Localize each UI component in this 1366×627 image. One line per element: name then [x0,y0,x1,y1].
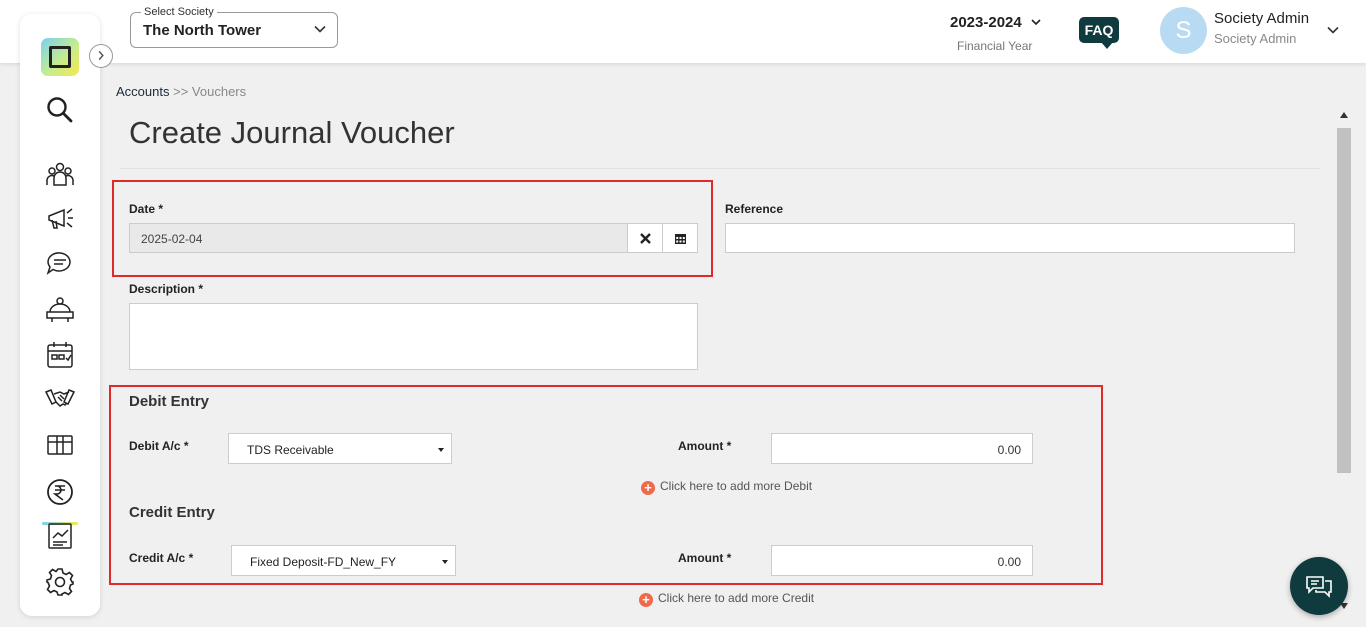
debit-amount-label: Amount * [678,439,732,453]
chevron-down-icon [1031,19,1041,26]
chat-bubbles-icon [1306,576,1332,598]
chevron-down-icon [314,25,326,33]
caret-down-icon [438,448,444,452]
report-icon[interactable] [44,520,76,552]
description-textarea[interactable] [129,303,698,370]
calendar-icon[interactable] [44,339,76,371]
plus-circle-icon: + [639,593,653,607]
add-more-debit-text: Click here to add more Debit [660,479,813,493]
credit-amount-label: Amount * [678,551,732,565]
credit-account-label: Credit A/c * [129,551,194,565]
user-role: Society Admin [1214,31,1297,46]
sidebar [20,14,100,616]
add-more-credit-text: Click here to add more Credit [658,591,815,605]
caret-down-icon [442,560,448,564]
credit-entry-title: Credit Entry [129,504,215,521]
chat-support-button[interactable] [1290,557,1348,615]
date-picker-button[interactable] [662,223,698,253]
avatar[interactable]: S [1160,7,1207,54]
debit-account-value: TDS Receivable [247,443,334,457]
reference-label: Reference [725,202,784,216]
divider [120,168,1320,169]
date-clear-button[interactable] [627,223,663,253]
breadcrumb-separator: >> [173,84,189,99]
financial-year-select[interactable]: 2023-2024 Financial Year [950,14,1046,58]
date-input[interactable]: 2025-02-04 [129,223,628,253]
helpdesk-icon[interactable] [44,294,76,326]
top-bar: Select Society The North Tower 2023-2024… [0,0,1366,63]
financial-year-label: Financial Year [957,39,1033,53]
society-select-value: The North Tower [143,22,262,39]
society-select[interactable]: Select Society The North Tower [130,6,338,48]
scrollbar-thumb[interactable] [1337,128,1351,473]
rupee-icon[interactable] [44,476,76,508]
credit-account-select[interactable]: Fixed Deposit-FD_New_FY [231,545,456,576]
debit-account-select[interactable]: TDS Receivable [228,433,452,464]
user-menu-chevron-icon[interactable] [1326,23,1340,37]
society-select-label: Select Society [141,6,217,18]
date-label: Date * [129,202,164,216]
debit-entry-title: Debit Entry [129,393,210,410]
credit-account-value: Fixed Deposit-FD_New_FY [250,555,397,569]
package-icon[interactable] [44,428,76,460]
calendar-icon [675,234,686,244]
reference-input[interactable] [725,223,1295,253]
page-title: Create Journal Voucher [129,115,455,150]
credit-amount-input[interactable]: 0.00 [771,545,1033,576]
breadcrumb: Accounts >> Vouchers [116,84,246,99]
scroll-up-arrow-icon[interactable] [1340,112,1348,118]
add-more-credit-link[interactable]: + Click here to add more Credit [639,591,814,607]
plus-circle-icon: + [641,481,655,495]
settings-icon[interactable] [44,566,76,598]
chat-icon[interactable] [44,248,76,280]
search-icon[interactable] [44,94,76,126]
app-logo[interactable] [41,38,79,76]
debit-amount-input[interactable]: 0.00 [771,433,1033,464]
announcement-icon[interactable] [44,202,76,234]
user-name: Society Admin [1214,10,1310,27]
community-icon[interactable] [44,158,76,190]
add-more-debit-link[interactable]: + Click here to add more Debit [641,479,812,495]
sidebar-collapse-button[interactable] [89,44,113,68]
handshake-icon[interactable] [44,382,76,414]
financial-year-value: 2023-2024 [950,14,1022,31]
debit-account-label: Debit A/c * [129,439,189,453]
faq-button[interactable]: FAQ [1079,17,1119,49]
chevron-right-icon [98,50,104,61]
breadcrumb-accounts-link[interactable]: Accounts [116,84,169,99]
breadcrumb-current: Vouchers [191,84,247,99]
close-icon [640,233,651,244]
description-label: Description * [129,282,204,296]
